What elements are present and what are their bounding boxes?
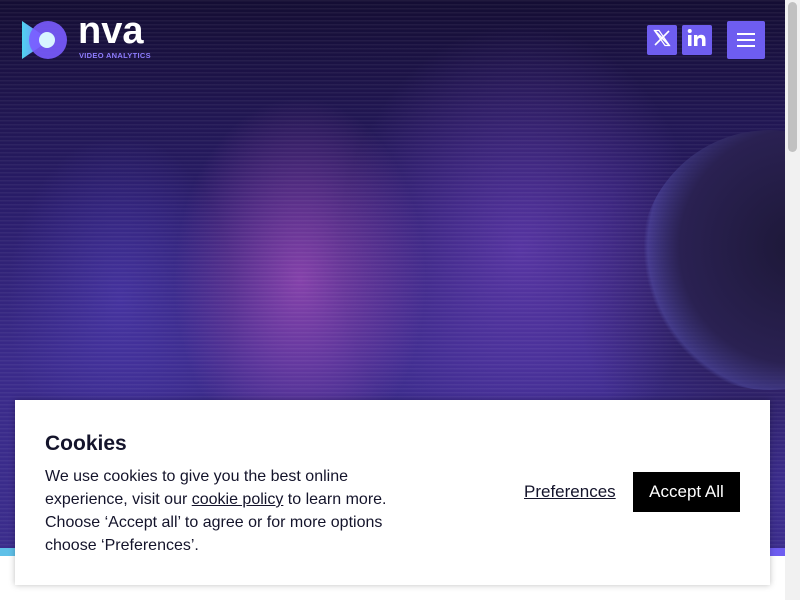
logo-play-icon <box>20 18 70 62</box>
cookie-policy-link[interactable]: cookie policy <box>192 491 284 508</box>
camera-lens-graphic <box>640 130 785 390</box>
cookie-banner: Cookies We use cookies to give you the b… <box>15 400 770 585</box>
logo-wordmark: nva VIDEO ANALYTICS <box>78 10 168 62</box>
menu-line-icon <box>737 39 755 41</box>
logo-word: nva <box>78 10 144 52</box>
accept-all-button[interactable]: Accept All <box>633 472 740 512</box>
logo-subtitle: VIDEO ANALYTICS <box>79 51 151 60</box>
linkedin-link[interactable] <box>682 25 712 55</box>
linkedin-icon <box>686 27 708 54</box>
scrollbar-thumb[interactable] <box>788 2 797 152</box>
menu-line-icon <box>737 33 755 35</box>
preferences-button[interactable]: Preferences <box>524 482 616 502</box>
page-scrollbar[interactable] <box>785 0 800 600</box>
accent-stripe-right <box>768 548 785 556</box>
x-twitter-link[interactable] <box>647 25 677 55</box>
nva-logo[interactable]: nva VIDEO ANALYTICS <box>20 10 168 62</box>
menu-line-icon <box>737 45 755 47</box>
cookie-title: Cookies <box>45 432 127 455</box>
x-icon <box>652 28 672 53</box>
cookie-message: We use cookies to give you the best onli… <box>45 465 405 557</box>
hamburger-menu-button[interactable] <box>727 21 765 59</box>
